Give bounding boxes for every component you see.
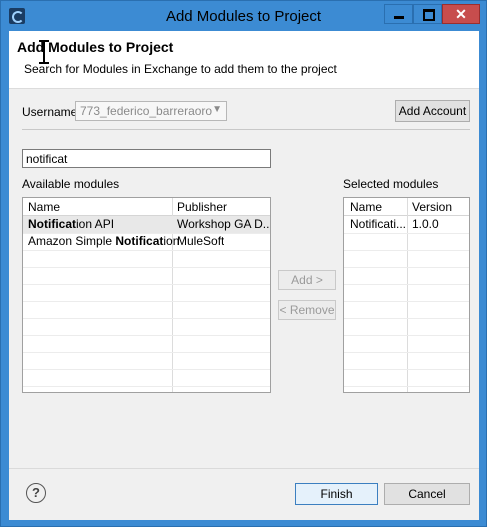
column-header-publisher[interactable]: Publisher bbox=[177, 200, 227, 214]
table-row-empty bbox=[23, 284, 270, 302]
username-value: 773_federico_barreraoro bbox=[80, 104, 213, 118]
username-label: Username bbox=[22, 105, 78, 119]
module-name: Amazon Simple Notification bbox=[28, 234, 180, 248]
table-row[interactable]: Notification API Workshop GA D... bbox=[23, 216, 270, 234]
table-row-empty bbox=[23, 318, 270, 336]
selected-modules-table[interactable]: Name Version Notificati... 1.0.0 bbox=[343, 197, 470, 393]
table-row[interactable]: Notificati... 1.0.0 bbox=[344, 216, 469, 234]
maximize-button[interactable] bbox=[413, 4, 442, 24]
table-row-empty bbox=[344, 318, 469, 336]
table-row-empty bbox=[344, 284, 469, 302]
column-header-name[interactable]: Name bbox=[350, 200, 382, 214]
table-row-empty bbox=[344, 233, 469, 251]
selected-modules-label: Selected modules bbox=[343, 177, 439, 191]
text-cursor-icon bbox=[39, 40, 49, 64]
divider bbox=[22, 129, 470, 130]
minimize-button[interactable] bbox=[384, 4, 413, 24]
dialog-content: Add Modules to Project Search for Module… bbox=[9, 31, 479, 520]
table-row-empty bbox=[344, 352, 469, 370]
cancel-button[interactable]: Cancel bbox=[384, 483, 470, 505]
column-header-name[interactable]: Name bbox=[28, 200, 60, 214]
table-row-empty bbox=[344, 250, 469, 268]
username-select[interactable]: 773_federico_barreraoro ▼ bbox=[75, 101, 227, 121]
help-icon[interactable]: ? bbox=[26, 483, 46, 503]
page-subtitle: Search for Modules in Exchange to add th… bbox=[24, 62, 337, 76]
close-icon: ✕ bbox=[455, 6, 467, 22]
table-row-empty bbox=[23, 250, 270, 268]
maximize-icon bbox=[423, 9, 435, 21]
footer-divider bbox=[9, 468, 479, 469]
available-modules-table[interactable]: Name Publisher Notification API Workshop… bbox=[22, 197, 271, 393]
table-row-empty bbox=[23, 335, 270, 353]
module-version: 1.0.0 bbox=[412, 217, 439, 231]
table-row-empty bbox=[23, 267, 270, 285]
table-row-empty bbox=[344, 301, 469, 319]
minimize-icon bbox=[394, 16, 404, 19]
table-row-empty bbox=[344, 335, 469, 353]
table-row-empty bbox=[23, 301, 270, 319]
chevron-down-icon: ▼ bbox=[212, 104, 222, 115]
module-publisher: MuleSoft bbox=[177, 234, 225, 248]
module-name: Notification API bbox=[28, 217, 115, 231]
search-input[interactable] bbox=[22, 149, 271, 168]
add-account-button[interactable]: Add Account bbox=[395, 100, 470, 122]
table-header: Name Publisher bbox=[23, 198, 270, 216]
available-modules-label: Available modules bbox=[22, 177, 120, 191]
close-button[interactable]: ✕ bbox=[442, 4, 480, 24]
dialog-window: Add Modules to Project ✕ Add Modules to … bbox=[0, 0, 487, 527]
module-name: Notificati... bbox=[350, 217, 406, 231]
remove-button[interactable]: < Remove bbox=[278, 300, 336, 320]
table-row-empty bbox=[344, 267, 469, 285]
finish-button[interactable]: Finish bbox=[295, 483, 378, 505]
dialog-header: Add Modules to Project Search for Module… bbox=[9, 31, 479, 89]
table-row-empty bbox=[344, 369, 469, 387]
title-bar: Add Modules to Project ✕ bbox=[1, 1, 486, 31]
table-row-empty bbox=[23, 352, 270, 370]
table-row-empty bbox=[23, 369, 270, 387]
table-row[interactable]: Amazon Simple Notification MuleSoft bbox=[23, 233, 270, 251]
add-button[interactable]: Add > bbox=[278, 270, 336, 290]
column-header-version[interactable]: Version bbox=[412, 200, 452, 214]
module-publisher: Workshop GA D... bbox=[177, 217, 269, 231]
